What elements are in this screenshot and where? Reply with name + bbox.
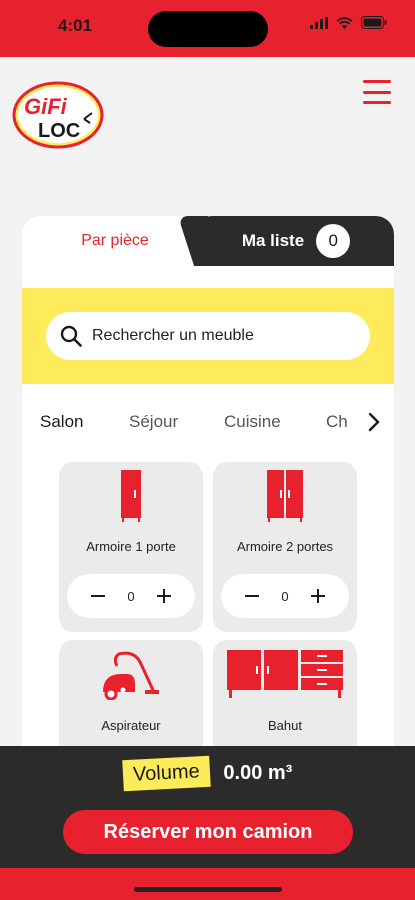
plus-icon [310,589,325,603]
search-box[interactable] [46,312,370,360]
quantity-stepper: 0 [221,574,349,618]
room-tab-chambre[interactable]: Ch [326,412,348,432]
signal-icon [310,16,328,29]
wifi-icon [336,16,353,29]
item-label: Armoire 1 porte [86,539,176,554]
room-tabs: Salon Séjour Cuisine Ch [22,402,394,442]
volume-value: 0.00 m³ [223,762,293,784]
item-label: Armoire 2 portes [236,539,334,554]
logo-text-top: GiFi [24,94,68,119]
logo-text-bottom: LOC [38,120,80,142]
quantity-stepper: 0 [67,574,195,618]
list-count-badge: 0 [316,224,351,258]
item-card-armoire-2-portes: Armoire 2 portes 0 [213,462,357,632]
tab-ma-liste[interactable]: Ma liste 0 [198,216,394,266]
hamburger-menu-button[interactable] [363,80,391,104]
gifi-loc-logo[interactable]: GiFi LOC [12,79,104,149]
status-bar: 4:01 [0,0,415,57]
minus-icon [91,595,105,597]
wardrobe-2-doors-icon [267,470,303,522]
room-tab-cuisine[interactable]: Cuisine [224,412,281,432]
increment-button[interactable] [307,585,329,607]
item-label: Aspirateur [101,718,161,733]
minus-icon [245,595,259,597]
item-label: Bahut [268,718,302,733]
menu-line-icon [363,80,391,83]
reserve-truck-button[interactable]: Réserver mon camion [63,810,353,854]
menu-line-icon [363,90,391,94]
furniture-card: Par pièce Ma liste 0 Salon Séjour Cuisin… [22,216,394,776]
volume-row: Volume 0.00 m³ [0,755,415,792]
status-time: 4:01 [58,16,93,35]
room-tab-sejour[interactable]: Séjour [129,412,178,432]
footer-bar: Volume 0.00 m³ Réserver mon camion [0,746,415,868]
room-tab-salon[interactable]: Salon [40,412,83,432]
sideboard-icon [227,650,343,698]
decrement-button[interactable] [87,585,109,607]
app-header: GiFi LOC [0,57,415,157]
vacuum-icon [103,651,159,700]
home-indicator[interactable] [134,887,282,892]
wardrobe-1-door-icon [121,470,141,522]
reserve-truck-label: Réserver mon camion [103,820,313,843]
search-band [22,288,394,384]
tab-ma-liste-label: Ma liste [241,231,305,250]
battery-icon [361,16,387,29]
decrement-button[interactable] [241,585,263,607]
increment-button[interactable] [153,585,175,607]
quantity-value: 0 [281,588,289,604]
home-indicator-area [0,868,415,900]
volume-label: Volume [121,755,211,792]
quantity-value: 0 [127,588,135,604]
plus-icon [156,589,171,603]
search-input[interactable] [92,327,342,345]
chevron-right-icon[interactable] [368,412,380,432]
dynamic-island [148,11,268,47]
tab-par-piece-label: Par pièce [81,232,149,249]
search-icon [60,325,82,347]
menu-line-icon [363,101,391,104]
item-card-armoire-1-porte: Armoire 1 porte 0 [59,462,203,632]
status-icons [310,16,387,29]
